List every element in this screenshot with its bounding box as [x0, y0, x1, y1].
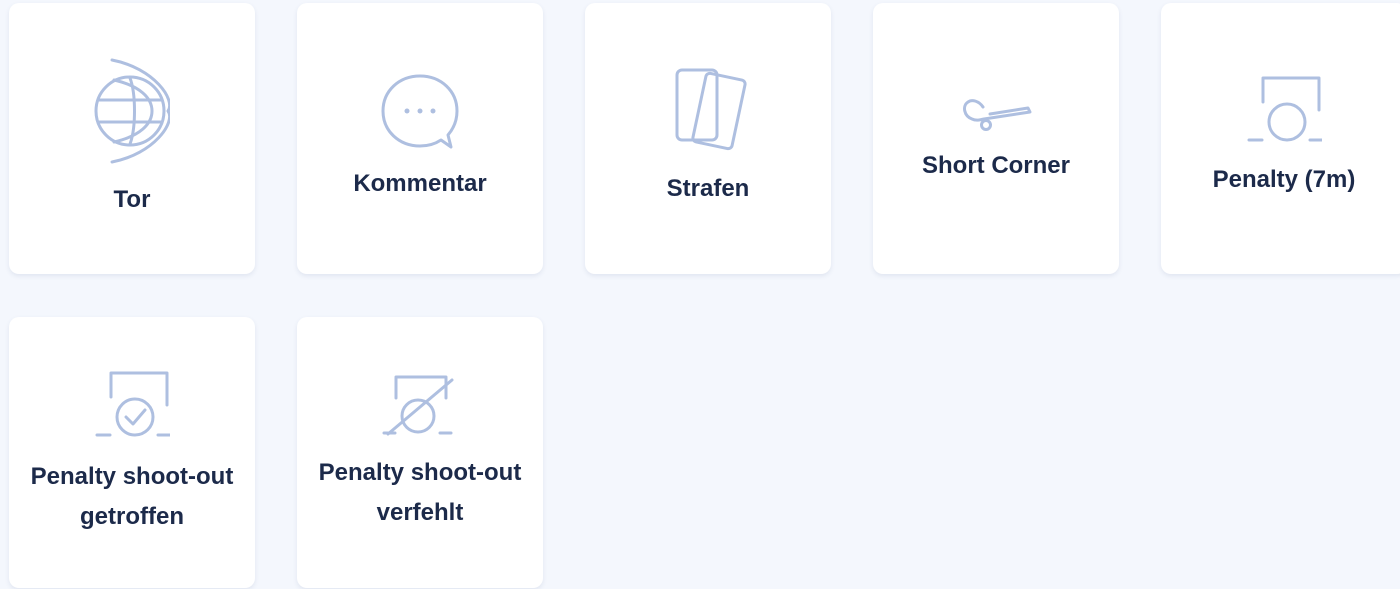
short-corner-action-card[interactable]: Short Corner — [873, 3, 1119, 274]
speech-bubble-icon — [380, 73, 460, 153]
goal-action-card[interactable]: Tor — [9, 3, 255, 274]
goal-label: Tor — [113, 186, 151, 213]
penalty-7m-action-card[interactable]: Penalty (7m) — [1161, 3, 1400, 274]
shootout-scored-label-line2: getroffen — [80, 503, 184, 530]
shootout-missed-action-card[interactable]: Penalty shoot-out verfehlt — [297, 317, 543, 588]
shootout-scored-action-card[interactable]: Penalty shoot-out getroffen — [9, 317, 255, 588]
shootout-scored-label-line1: Penalty shoot-out — [30, 463, 234, 490]
goal-net-icon — [94, 58, 170, 164]
cards-icon — [668, 67, 748, 153]
comment-label: Kommentar — [353, 170, 487, 197]
short-corner-label: Short Corner — [921, 152, 1070, 179]
hockey-stick-icon — [958, 95, 1034, 135]
penalty-cross-icon — [382, 372, 458, 438]
shootout-missed-label-line1: Penalty shoot-out — [318, 459, 522, 486]
penalty-7m-label: Penalty (7m) — [1212, 166, 1356, 193]
penalties-action-card[interactable]: Strafen — [585, 3, 831, 274]
penalties-label: Strafen — [666, 175, 750, 202]
penalty-check-icon — [94, 367, 170, 441]
shootout-missed-label-line2: verfehlt — [376, 499, 464, 526]
comment-action-card[interactable]: Kommentar — [297, 3, 543, 274]
penalty-goal-icon — [1246, 74, 1322, 146]
